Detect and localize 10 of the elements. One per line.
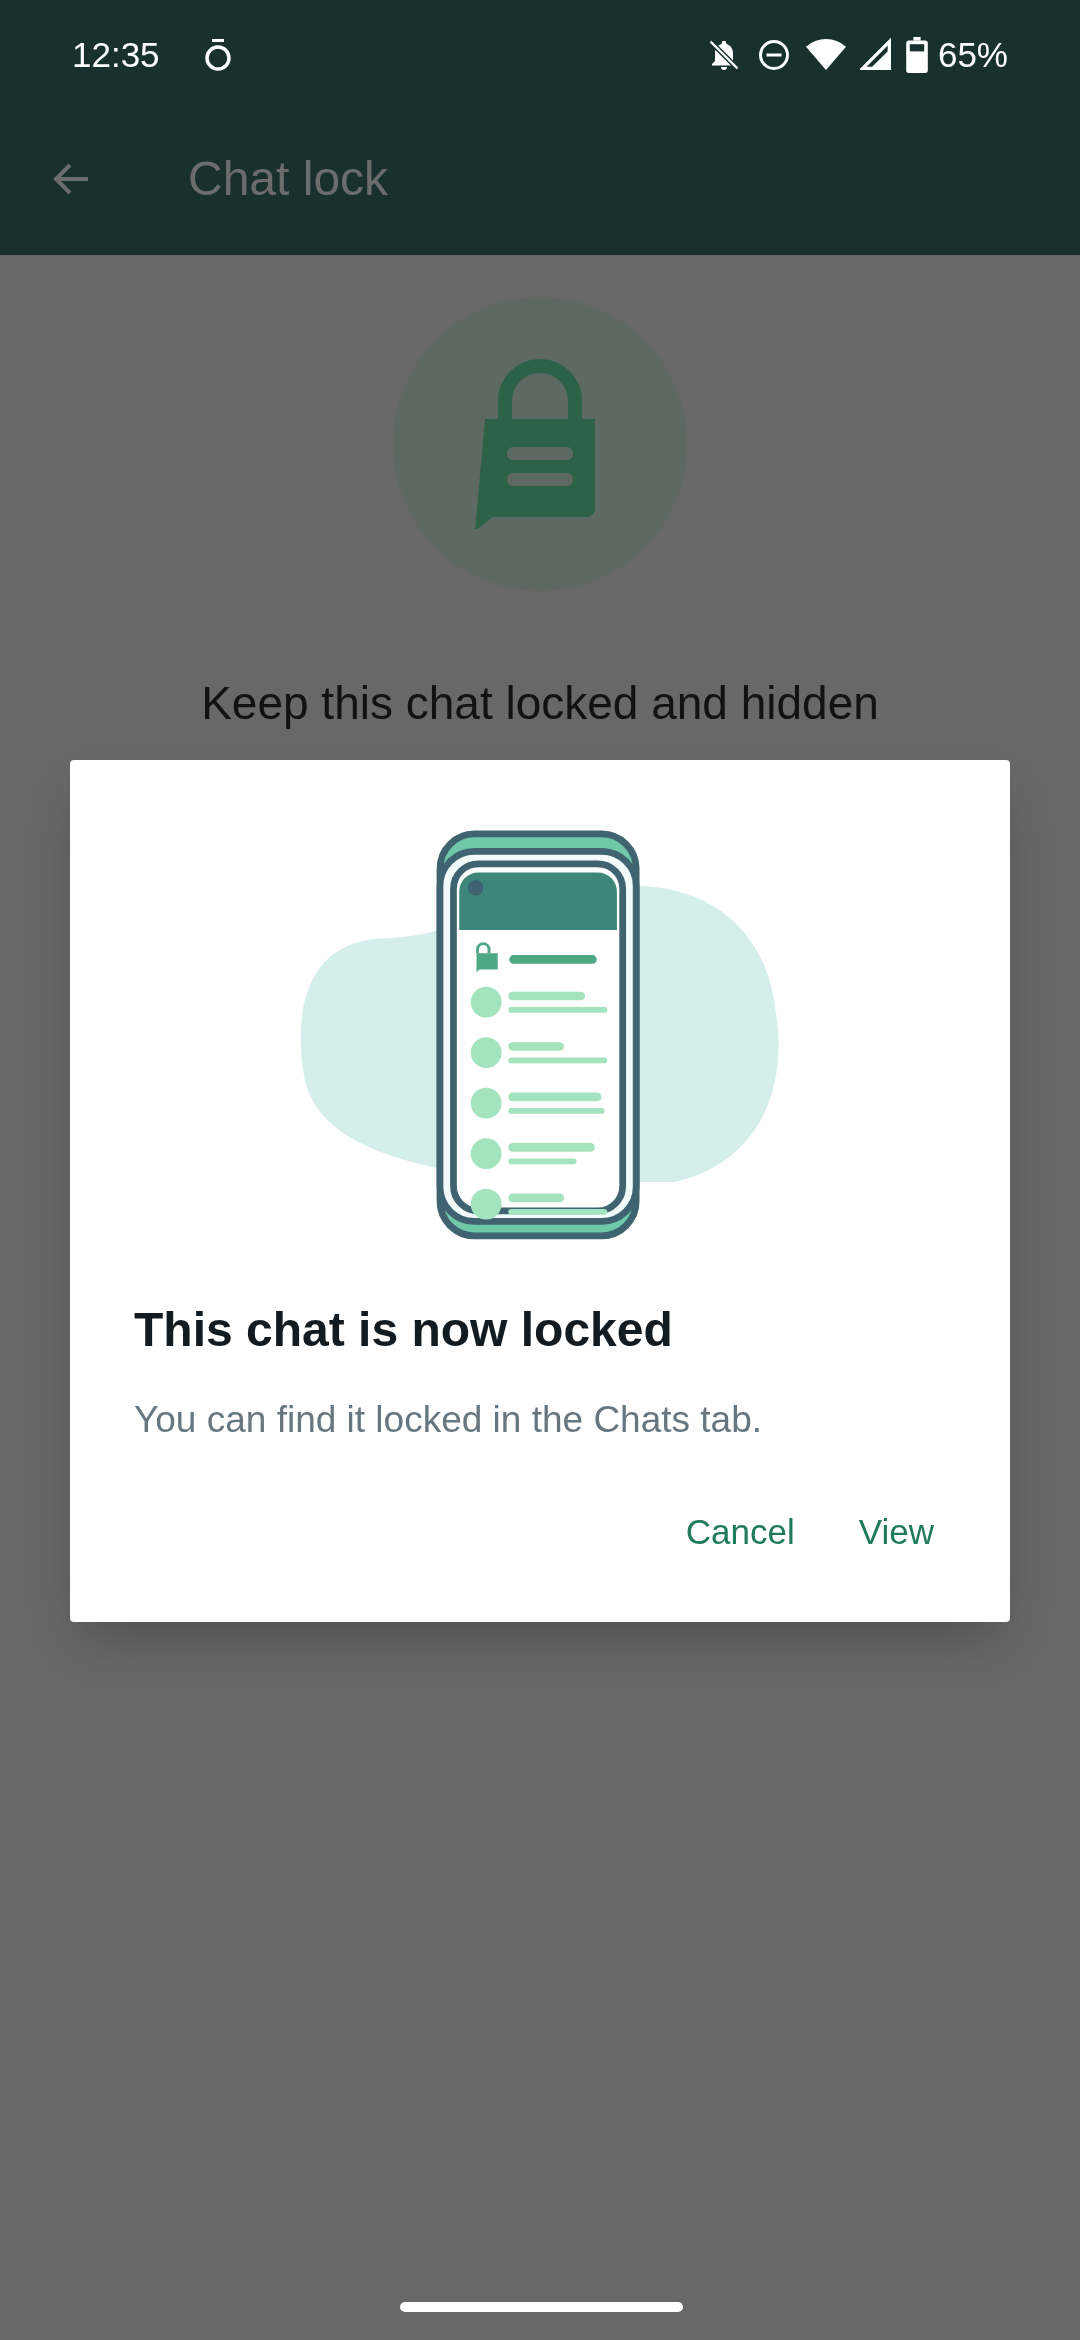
screen-title: Chat lock — [188, 150, 389, 207]
page-heading: Keep this chat locked and hidden — [201, 676, 879, 731]
signal-icon — [859, 38, 892, 72]
battery-percent: 65% — [937, 33, 1008, 76]
dialog-message: You can find it locked in the Chats tab. — [134, 1398, 764, 1442]
cancel-button[interactable]: Cancel — [665, 1491, 815, 1572]
battery-icon — [905, 37, 928, 73]
view-button[interactable]: View — [838, 1491, 954, 1572]
status-time: 12:35 — [72, 33, 160, 76]
dialog-title: This chat is now locked — [134, 1302, 674, 1358]
